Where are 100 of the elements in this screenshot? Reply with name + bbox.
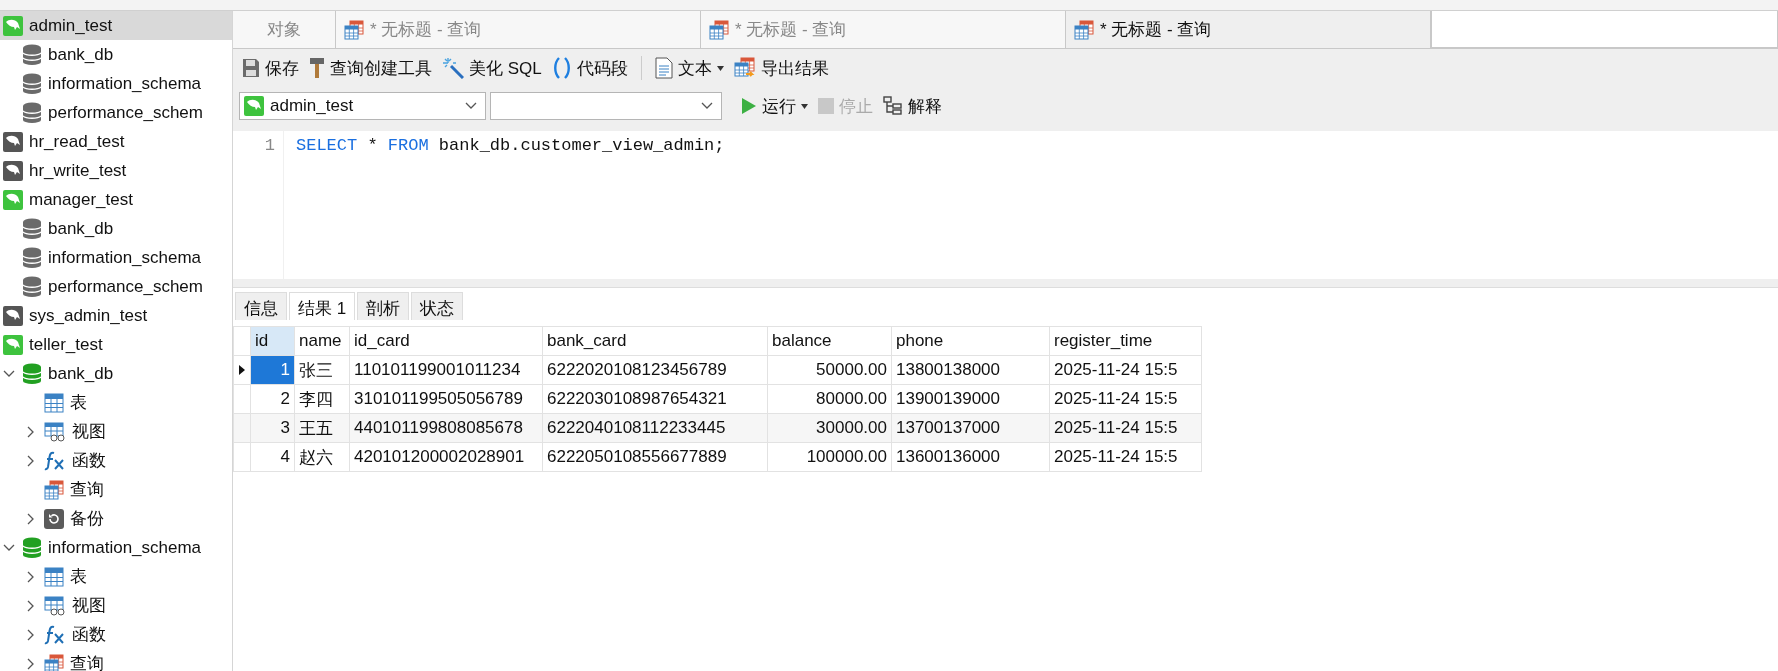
search-field[interactable] [1431, 11, 1778, 48]
column-header[interactable]: phone [891, 326, 1050, 356]
column-header[interactable]: balance [767, 326, 892, 356]
database-icon [22, 218, 42, 239]
tree-item[interactable]: bank_db [0, 40, 232, 69]
column-header[interactable]: register_time [1049, 326, 1202, 356]
dolphin-icon [3, 15, 23, 36]
toolbar-button[interactable]: 文本 [651, 53, 727, 83]
toolbar-button[interactable]: 解释 [880, 91, 945, 121]
table-cell: 李四 [294, 384, 350, 414]
column-header[interactable]: id [250, 326, 295, 356]
tree-item[interactable]: 函数 [0, 620, 232, 649]
table-icon [44, 566, 64, 587]
toolbar-button[interactable]: 代码段 [548, 53, 631, 83]
view-icon [44, 421, 66, 442]
result-tab[interactable]: 状态 [411, 292, 464, 320]
tree-item[interactable]: admin_test [0, 11, 232, 40]
table-cell: 2025-11-24 15:5 [1049, 384, 1202, 414]
table-cell: 310101199505056789 [349, 384, 543, 414]
table-cell: 440101199808085678 [349, 413, 543, 443]
table-cell: 4 [250, 442, 295, 472]
caret-icon [701, 102, 713, 110]
table-cell: 110101199001011234 [349, 355, 543, 385]
table-cell: 2 [250, 384, 295, 414]
dolphin-icon [3, 131, 23, 152]
database-icon [22, 102, 42, 123]
explain-icon [883, 96, 903, 116]
tree-item[interactable]: information_schema [0, 69, 232, 98]
table-cell: 13700137000 [891, 413, 1050, 443]
save-icon [242, 58, 260, 78]
tree-item[interactable]: information_schema [0, 243, 232, 272]
toolbar-button[interactable]: 美化 SQL [439, 53, 545, 83]
query-icon [44, 479, 64, 500]
dolphin-icon [3, 160, 23, 181]
view-icon [44, 595, 66, 616]
tree-item[interactable]: manager_test [0, 185, 232, 214]
parentheses-icon [551, 57, 572, 79]
table-cell: 50000.00 [767, 355, 892, 385]
table-cell: 赵六 [294, 442, 350, 472]
tree-item[interactable]: 视图 [0, 417, 232, 446]
code-line: SELECT * FROM bank_db.customer_view_admin; [296, 135, 726, 157]
connection-select[interactable]: admin_test [239, 92, 486, 120]
table-cell: 6222030108987654321 [542, 384, 768, 414]
play-icon [741, 97, 757, 115]
table-cell: 2025-11-24 15:5 [1049, 355, 1202, 385]
tree-item[interactable]: teller_test [0, 330, 232, 359]
table-cell: 6222020108123456789 [542, 355, 768, 385]
table-cell: 80000.00 [767, 384, 892, 414]
dolphin-icon [3, 334, 23, 355]
tree-item[interactable]: hr_write_test [0, 156, 232, 185]
tree-item[interactable]: 表 [0, 388, 232, 417]
result-tab[interactable]: 结果 1 [289, 292, 356, 320]
line-number: 1 [263, 135, 275, 157]
table-cell: 6222050108556677889 [542, 442, 768, 472]
function-icon [44, 624, 66, 645]
row-pointer-icon [239, 365, 245, 375]
table-cell: 13900139000 [891, 384, 1050, 414]
result-tab[interactable]: 信息 [235, 292, 287, 320]
toolbar-button[interactable]: 导出结果 [730, 53, 832, 83]
result-tab[interactable]: 剖析 [357, 292, 410, 320]
query-icon [344, 19, 364, 40]
toolbar-button[interactable]: 保存 [239, 53, 302, 83]
tree-item[interactable]: 查询 [0, 649, 232, 671]
table-cell: 100000.00 [767, 442, 892, 472]
dolphin-icon [3, 189, 23, 210]
function-icon [44, 450, 66, 471]
hammer-icon [309, 57, 325, 79]
stop-icon [818, 98, 834, 114]
tree-item[interactable]: 表 [0, 562, 232, 591]
tree-item[interactable]: 视图 [0, 591, 232, 620]
tree-item[interactable]: hr_read_test [0, 127, 232, 156]
toolbar-button[interactable]: 运行 [738, 91, 811, 121]
table-cell: 420101200002028901 [349, 442, 543, 472]
table-icon [44, 392, 64, 413]
tree-item[interactable]: information_schema [0, 533, 232, 562]
table-cell: 13800138000 [891, 355, 1050, 385]
table-cell: 6222040108112233445 [542, 413, 768, 443]
column-header[interactable]: id_card [349, 326, 543, 356]
table-cell: 30000.00 [767, 413, 892, 443]
table-cell: 13600136000 [891, 442, 1050, 472]
table-cell: 2025-11-24 15:5 [1049, 442, 1202, 472]
column-header[interactable]: bank_card [542, 326, 768, 356]
tree-item[interactable]: 查询 [0, 475, 232, 504]
query-icon [1074, 19, 1094, 40]
tree-item[interactable]: sys_admin_test [0, 301, 232, 330]
tree-item[interactable]: 备份 [0, 504, 232, 533]
table-cell: 张三 [294, 355, 350, 385]
tree-item[interactable]: performance_schem [0, 98, 232, 127]
tree-item[interactable]: bank_db [0, 214, 232, 243]
dolphin-icon [244, 96, 264, 116]
database-icon [22, 363, 42, 384]
tree-item[interactable]: bank_db [0, 359, 232, 388]
toolbar-button[interactable]: 查询创建工具 [306, 53, 435, 83]
query-icon [709, 19, 729, 40]
tree-item[interactable]: performance_schem [0, 272, 232, 301]
database-icon [22, 73, 42, 94]
export-icon [733, 57, 756, 79]
tree-item[interactable]: 函数 [0, 446, 232, 475]
table-cell: 2025-11-24 15:5 [1049, 413, 1202, 443]
column-header[interactable]: name [294, 326, 350, 356]
